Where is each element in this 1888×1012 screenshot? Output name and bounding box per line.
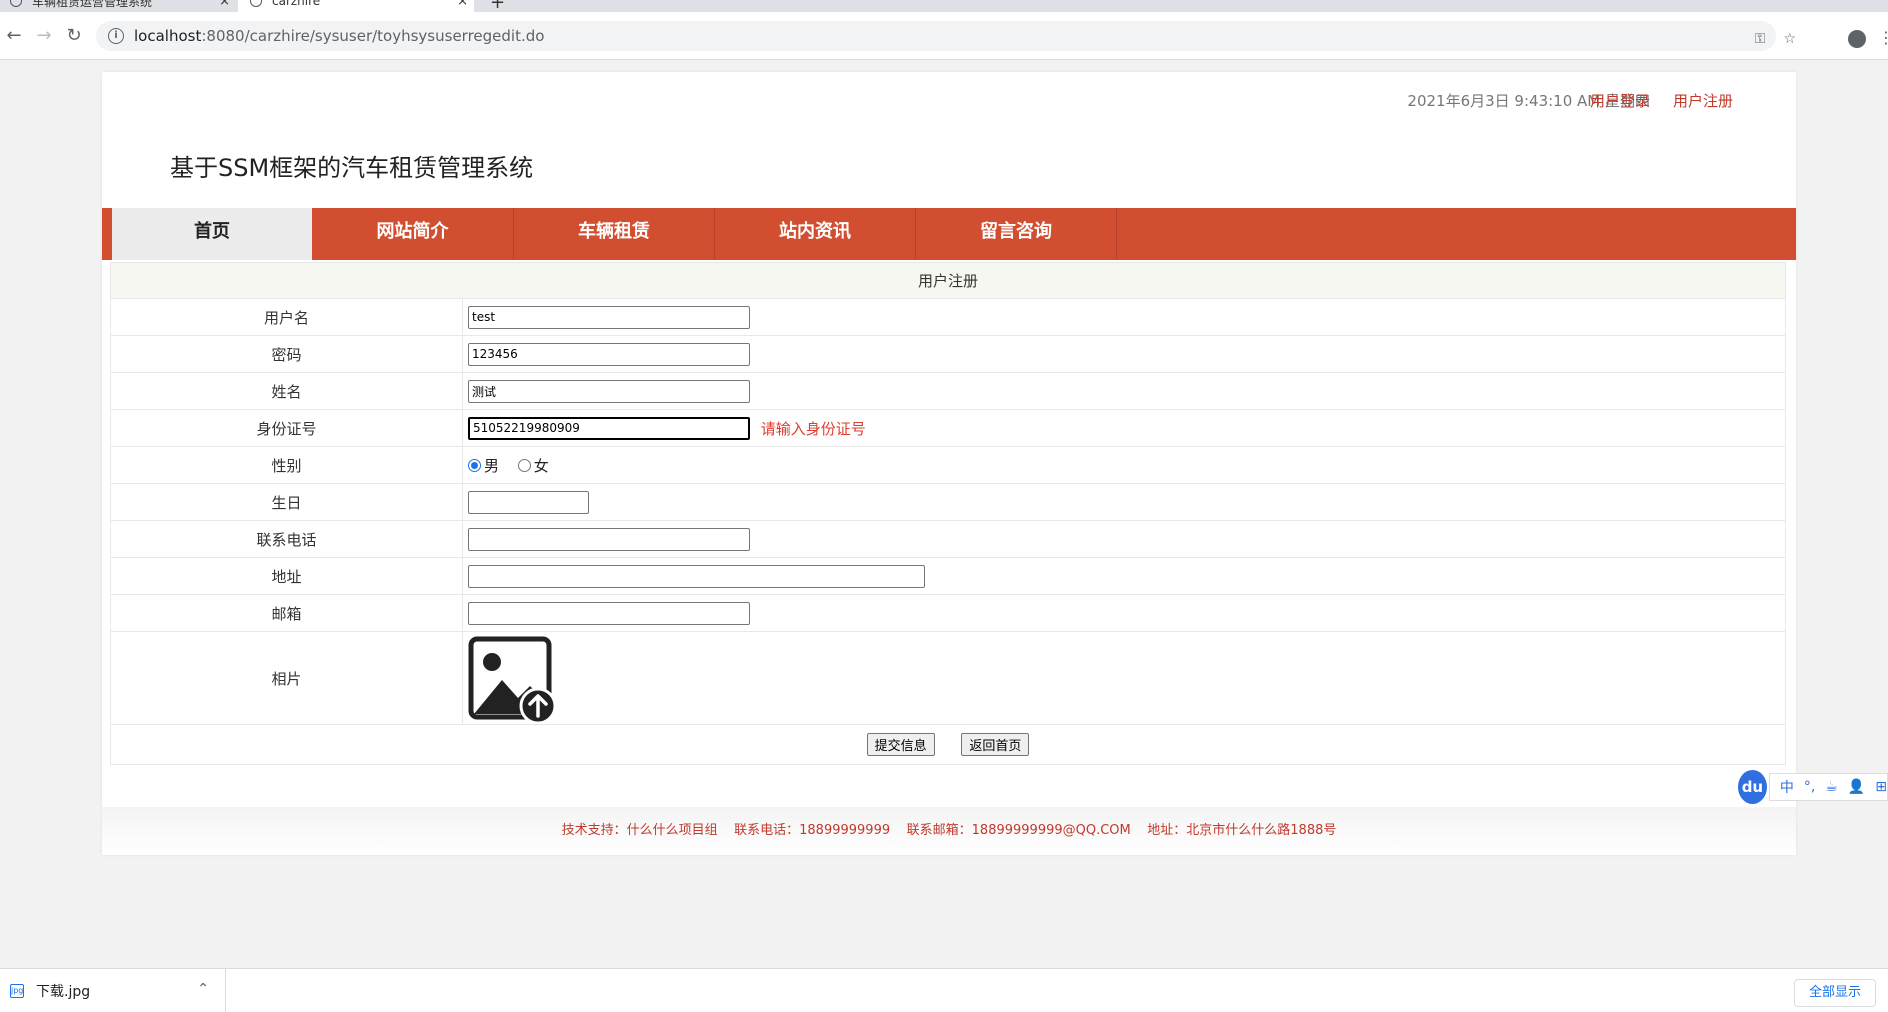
key-icon[interactable]: ⚿ bbox=[1755, 31, 1766, 47]
idcard-error-message: 请输入身份证号 bbox=[760, 419, 866, 438]
ime-lang-icon[interactable]: 中 bbox=[1780, 777, 1794, 797]
image-file-icon: jpg bbox=[10, 984, 24, 998]
reload-icon[interactable]: ↻ bbox=[60, 22, 88, 50]
ime-skin-icon[interactable]: ☕ bbox=[1825, 779, 1838, 795]
phone-input[interactable] bbox=[468, 527, 750, 551]
more-menu-icon[interactable]: ⋮ bbox=[1878, 28, 1888, 47]
form-row-photo: 相片 bbox=[110, 631, 1786, 725]
birthday-label: 生日 bbox=[110, 483, 463, 521]
back-home-button[interactable]: 返回首页 bbox=[961, 733, 1030, 756]
site-info-icon[interactable]: i bbox=[108, 28, 124, 44]
image-upload-icon[interactable] bbox=[468, 636, 558, 725]
site-title: 基于SSM框架的汽车租赁管理系统 bbox=[170, 154, 534, 182]
ime-actions: 中 °, ☕ 👤 ⊞ bbox=[1768, 773, 1888, 801]
password-input[interactable] bbox=[468, 342, 750, 366]
form-actions: 提交信息 返回首页 bbox=[110, 724, 1786, 765]
nav-item-about[interactable]: 网站简介 bbox=[312, 208, 514, 260]
address-bar-actions: ⚿ ☆ bbox=[1755, 31, 1796, 47]
form-row-username: 用户名 bbox=[110, 298, 1786, 336]
address-bar[interactable]: i localhost:8080/carzhire/sysuser/toyhsy… bbox=[96, 21, 1776, 51]
username-label: 用户名 bbox=[110, 298, 463, 336]
form-row-password: 密码 bbox=[110, 335, 1786, 373]
main-nav: 首页 网站简介 车辆租赁 站内资讯 留言咨询 bbox=[102, 208, 1796, 260]
form-title: 用户注册 bbox=[110, 262, 1786, 299]
forward-arrow-icon[interactable]: → bbox=[30, 22, 58, 50]
user-register-link[interactable]: 用户注册 bbox=[1673, 90, 1733, 111]
photo-label: 相片 bbox=[110, 631, 463, 725]
nav-item-news[interactable]: 站内资讯 bbox=[715, 208, 916, 260]
download-item[interactable]: jpg 下载.jpg ⌃ bbox=[0, 969, 226, 1012]
nav-item-message[interactable]: 留言咨询 bbox=[916, 208, 1117, 260]
gender-female-label: 女 bbox=[533, 456, 549, 475]
address-label: 地址 bbox=[110, 557, 463, 595]
nav-item-rental[interactable]: 车辆租赁 bbox=[514, 208, 715, 260]
form-row-gender: 性别 男 女 bbox=[110, 446, 1786, 484]
chevron-up-icon[interactable]: ⌃ bbox=[197, 981, 209, 997]
name-label: 姓名 bbox=[110, 372, 463, 410]
new-tab-icon[interactable]: + bbox=[490, 0, 505, 12]
gender-female-radio[interactable] bbox=[517, 458, 531, 472]
tab-title: 车辆租赁运营管理系统 bbox=[32, 0, 153, 9]
page-footer: 技术支持：什么什么项目组 联系电话：18899999999 联系邮箱：18899… bbox=[102, 807, 1796, 855]
nav-item-home[interactable]: 首页 bbox=[112, 208, 312, 260]
password-label: 密码 bbox=[110, 335, 463, 373]
form-row-phone: 联系电话 bbox=[110, 520, 1786, 558]
ime-menu-icon[interactable]: ⊞ bbox=[1875, 779, 1887, 795]
email-input[interactable] bbox=[468, 601, 750, 625]
submit-button[interactable]: 提交信息 bbox=[866, 733, 935, 756]
ime-punct-icon[interactable]: °, bbox=[1804, 779, 1815, 795]
idcard-input[interactable] bbox=[468, 416, 750, 440]
page-container: 2021年6月3日 9:43:10 AM 星期四 用户登录 用户注册 基于SSM… bbox=[102, 72, 1796, 855]
download-file-name: 下载.jpg bbox=[36, 984, 91, 1000]
form-row-address: 地址 bbox=[110, 557, 1786, 595]
bookmark-star-icon[interactable]: ☆ bbox=[1783, 31, 1796, 47]
gender-label: 性别 bbox=[110, 446, 463, 484]
idcard-label: 身份证号 bbox=[110, 409, 463, 447]
address-input[interactable] bbox=[468, 564, 925, 588]
form-row-email: 邮箱 bbox=[110, 594, 1786, 632]
gender-male-radio[interactable] bbox=[468, 458, 481, 472]
email-label: 邮箱 bbox=[110, 594, 463, 632]
user-login-link[interactable]: 用户登录 bbox=[1590, 90, 1650, 111]
browser-tab-2[interactable]: carzhire × bbox=[238, 0, 474, 12]
register-form: 用户注册 用户名 密码 姓名 身份证号 请输入身份证号 bbox=[110, 262, 1786, 765]
page-viewport: 2021年6月3日 9:43:10 AM 星期四 用户登录 用户注册 基于SSM… bbox=[0, 60, 1888, 968]
ime-user-icon[interactable]: 👤 bbox=[1848, 779, 1865, 795]
browser-tab-strip: 车辆租赁运营管理系统 × carzhire × + bbox=[0, 0, 1888, 12]
profile-avatar-icon[interactable] bbox=[1848, 30, 1866, 48]
tab-close-icon[interactable]: × bbox=[219, 0, 230, 9]
browser-tab-1[interactable]: 车辆租赁运营管理系统 × bbox=[0, 0, 236, 12]
show-all-downloads-button[interactable]: 全部显示 bbox=[1794, 979, 1876, 1007]
ime-toolbar: du 中 °, ☕ 👤 ⊞ bbox=[1738, 768, 1888, 806]
url-text: localhost:8080/carzhire/sysuser/toyhsysu… bbox=[134, 27, 545, 45]
download-bar: jpg 下载.jpg ⌃ 全部显示 bbox=[0, 968, 1888, 1012]
username-input[interactable] bbox=[468, 305, 750, 329]
gender-male-label: 男 bbox=[484, 456, 500, 475]
name-input[interactable] bbox=[468, 379, 750, 403]
form-row-name: 姓名 bbox=[110, 372, 1786, 410]
phone-label: 联系电话 bbox=[110, 520, 463, 558]
tab-title: carzhire bbox=[272, 0, 321, 8]
back-arrow-icon[interactable]: ← bbox=[0, 22, 28, 50]
form-row-birthday: 生日 bbox=[110, 483, 1786, 521]
ime-logo-icon[interactable]: du bbox=[1738, 770, 1767, 804]
tab-close-icon[interactable]: × bbox=[457, 0, 468, 9]
birthday-input[interactable] bbox=[468, 490, 589, 514]
form-row-idcard: 身份证号 请输入身份证号 bbox=[110, 409, 1786, 447]
tab-favicon-icon bbox=[10, 0, 22, 7]
browser-toolbar: ← → ↻ i localhost:8080/carzhire/sysuser/… bbox=[0, 12, 1888, 60]
tab-favicon-icon bbox=[250, 0, 262, 7]
